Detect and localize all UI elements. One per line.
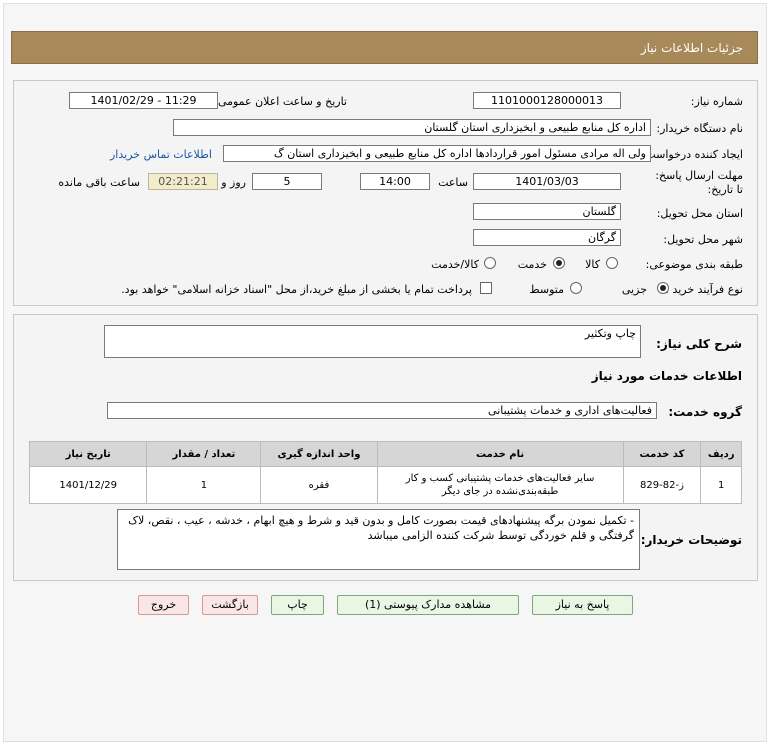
table-row: 1 ز-82-829 سایر فعالیت‌های خدمات پشتیبان…: [28, 466, 742, 504]
days-label: روز و: [221, 176, 246, 189]
need-number-label: شماره نیاز:: [690, 95, 743, 108]
process-radio-minor[interactable]: [657, 282, 669, 294]
requester-label: ایجاد کننده درخواست:: [641, 148, 743, 161]
announce-date-label: تاریخ و ساعت اعلان عمومی:: [214, 95, 347, 108]
treasury-note: پرداخت تمام یا بخشی از مبلغ خرید،از محل …: [121, 283, 472, 296]
summary-label: شرح کلی نیاز:: [656, 337, 742, 351]
column-header: ردیف: [700, 441, 742, 467]
column-header: کد خدمت: [622, 441, 702, 467]
deadline-time-label: ساعت: [438, 176, 468, 189]
treasury-checkbox[interactable]: [480, 282, 492, 294]
need-info-panel: [13, 80, 758, 306]
table-cell: 1: [146, 466, 262, 504]
service-group-field: فعالیت‌های اداری و خدمات پشتیبانی: [107, 402, 657, 419]
category-radio-goods-service[interactable]: [484, 257, 496, 269]
remaining-time-field: 02:21:21: [148, 173, 218, 190]
deadline-label: مهلت ارسال پاسخ: تا تاریخ:: [655, 169, 743, 196]
table-header-row: ردیف کد خدمت نام خدمت واحد اندازه گیری ت…: [28, 441, 742, 467]
column-header: تعداد / مقدار: [146, 441, 262, 467]
buyer-contact-link[interactable]: اطلاعات تماس خریدار: [110, 148, 212, 161]
services-heading: اطلاعات خدمات مورد نیاز: [591, 369, 742, 383]
table-cell: ز-82-829: [622, 466, 702, 504]
buyer-org-label: نام دستگاه خریدار:: [656, 122, 743, 135]
buyer-notes-label: توضیحات خریدار:: [640, 533, 742, 547]
buyer-notes-field: - تکمیل نمودن برگه پیشنهادهای قیمت بصورت…: [117, 509, 640, 570]
reply-button[interactable]: پاسخ به نیاز: [532, 595, 633, 615]
days-field: 5: [252, 173, 322, 190]
services-table: ردیف کد خدمت نام خدمت واحد اندازه گیری ت…: [28, 441, 742, 504]
remaining-time-label: ساعت باقی مانده: [58, 176, 140, 189]
back-button[interactable]: بازگشت: [202, 595, 258, 615]
print-button[interactable]: چاپ: [271, 595, 324, 615]
summary-field: چاپ وتکثیر: [104, 325, 641, 358]
category-option-goods: کالا: [585, 258, 600, 271]
category-option-service: خدمت: [517, 258, 547, 271]
exit-button[interactable]: خروج: [138, 595, 189, 615]
province-field: گلستان: [473, 203, 621, 220]
column-header: واحد اندازه گیری: [260, 441, 378, 467]
category-radio-service[interactable]: [553, 257, 565, 269]
category-radio-goods[interactable]: [606, 257, 618, 269]
table-cell: فقره: [260, 466, 378, 504]
table-cell: 1: [700, 466, 742, 504]
city-label: شهر محل تحویل:: [663, 233, 743, 246]
page-title: جزئیات اطلاعات نیاز: [11, 31, 758, 64]
process-option-medium: متوسط: [529, 283, 564, 296]
province-label: استان محل تحویل:: [656, 207, 743, 220]
attachments-button[interactable]: مشاهده مدارک پیوستی (1): [337, 595, 519, 615]
category-label: طبقه بندی موضوعی:: [645, 258, 743, 271]
table-cell: 1401/12/29: [28, 466, 148, 504]
process-option-minor: جزیی: [621, 283, 647, 296]
table-cell: سایر فعالیت‌های خدمات پشتیبانی کسب و کار…: [376, 466, 624, 504]
buyer-org-field: اداره کل منابع طبیعی و ابخیزداری استان گ…: [173, 119, 651, 136]
city-field: گرگان: [473, 229, 621, 246]
process-label: نوع فرآیند خرید :: [665, 283, 743, 296]
service-group-label: گروه خدمت:: [668, 405, 742, 419]
deadline-time-field: 14:00: [360, 173, 430, 190]
column-header: نام خدمت: [376, 441, 624, 467]
category-option-goods-service: کالا/خدمت: [431, 258, 479, 271]
column-header: تاریخ نیاز: [28, 441, 148, 467]
deadline-date-field: 1401/03/03: [473, 173, 621, 190]
announce-date-field: 1401/02/29 - 11:29: [69, 92, 218, 109]
requester-field: ولی اله مرادی مسئول امور قراردادها اداره…: [223, 145, 651, 162]
need-number-field: 1101000128000013: [473, 92, 621, 109]
process-radio-medium[interactable]: [570, 282, 582, 294]
